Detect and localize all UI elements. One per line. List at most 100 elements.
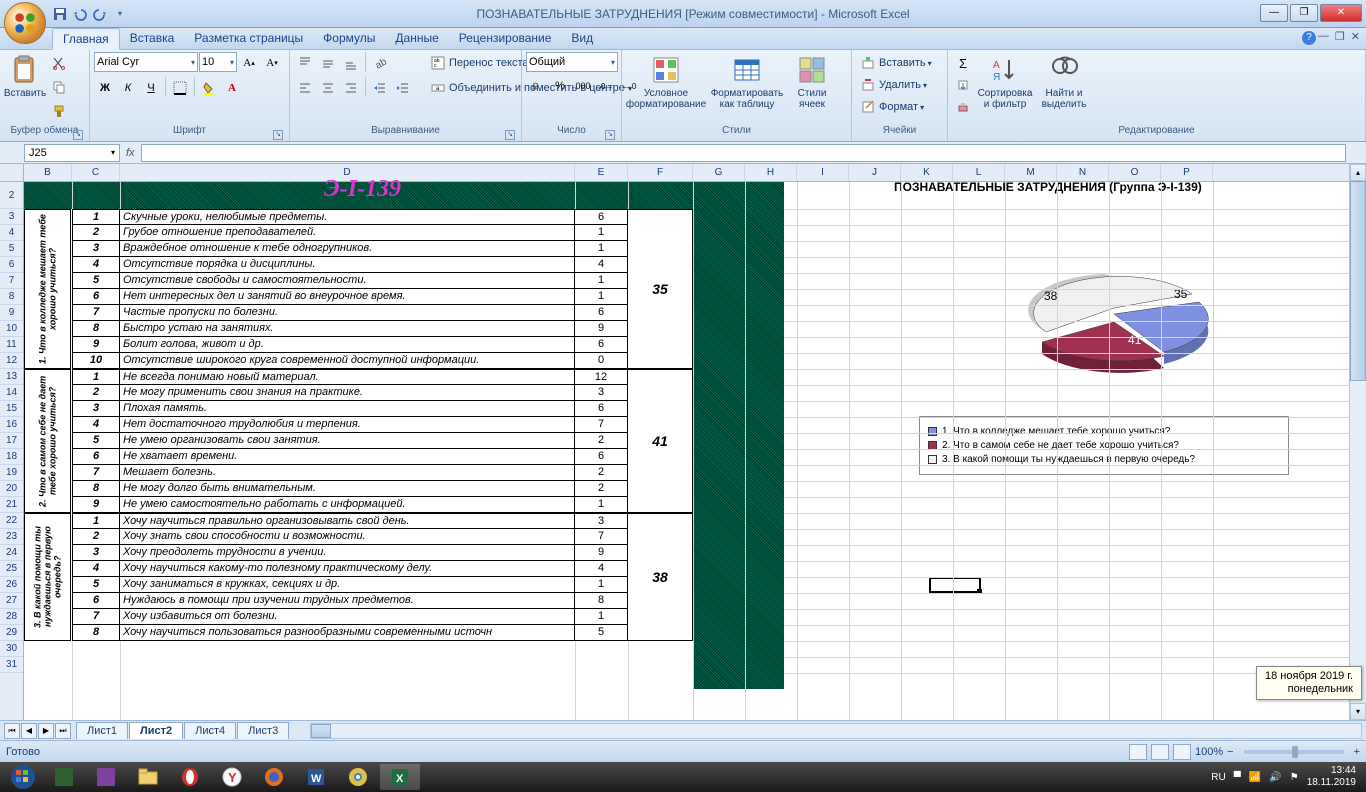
shrink-font-icon[interactable]: A▾ <box>261 52 283 74</box>
scroll-up-icon[interactable]: ▴ <box>1350 164 1366 181</box>
row-text[interactable]: Враждебное отношение к тебе одногрупнико… <box>120 241 575 257</box>
row-number[interactable]: 4 <box>72 417 120 433</box>
clipboard-launcher-icon[interactable]: ↘ <box>73 130 83 140</box>
column-header[interactable]: H <box>745 164 797 181</box>
row-value[interactable]: 2 <box>575 465 628 481</box>
column-header[interactable]: C <box>72 164 120 181</box>
row-text[interactable]: Хочу научиться пользоваться разнообразны… <box>120 625 575 641</box>
row-number[interactable]: 2 <box>72 529 120 545</box>
align-bottom-icon[interactable] <box>340 52 362 74</box>
align-right-icon[interactable] <box>340 77 362 99</box>
row-number[interactable]: 7 <box>72 609 120 625</box>
row-header[interactable]: 13 <box>0 369 23 385</box>
row-header[interactable]: 17 <box>0 433 23 449</box>
zoom-level[interactable]: 100% <box>1195 746 1223 758</box>
row-text[interactable]: Отсутствие широкого круга современной до… <box>120 353 575 369</box>
tray-lang[interactable]: RU <box>1211 772 1225 783</box>
cell-styles-button[interactable]: Стили ячеек <box>788 52 836 112</box>
group-total[interactable]: 38 <box>628 513 693 641</box>
start-button[interactable] <box>4 763 42 791</box>
row-text[interactable]: Плохая память. <box>120 401 575 417</box>
row-number[interactable]: 1 <box>72 369 120 385</box>
group-header[interactable]: 1. Что в колледже мешает тебе хорошо учи… <box>24 209 71 369</box>
row-header[interactable]: 27 <box>0 593 23 609</box>
format-cells-button[interactable]: Формат▾ <box>856 96 936 118</box>
sheet-tab-лист2[interactable]: Лист2 <box>129 722 183 739</box>
row-value[interactable]: 6 <box>575 401 628 417</box>
column-header[interactable]: G <box>693 164 745 181</box>
row-header[interactable]: 16 <box>0 417 23 433</box>
row-text[interactable]: Быстро устаю на занятиях. <box>120 321 575 337</box>
row-header[interactable]: 21 <box>0 497 23 513</box>
fx-icon[interactable]: fx <box>126 147 135 159</box>
row-number[interactable]: 9 <box>72 337 120 353</box>
group-total[interactable]: 41 <box>628 369 693 513</box>
vscroll-thumb[interactable] <box>1350 181 1366 381</box>
row-value[interactable]: 3 <box>575 385 628 401</box>
row-number[interactable]: 3 <box>72 401 120 417</box>
column-header[interactable]: B <box>24 164 72 181</box>
row-header[interactable]: 20 <box>0 481 23 497</box>
accounting-format-icon[interactable]: ₽ <box>526 75 548 97</box>
maximize-button[interactable]: ❐ <box>1290 4 1318 22</box>
row-header[interactable]: 3 <box>0 209 23 225</box>
row-header[interactable]: 14 <box>0 385 23 401</box>
name-box[interactable]: J25▾ <box>24 144 120 162</box>
row-text[interactable]: Отсутствие свободы и самостоятельности. <box>120 273 575 289</box>
column-header[interactable]: O <box>1109 164 1161 181</box>
row-number[interactable]: 10 <box>72 353 120 369</box>
tray-action-icon[interactable]: ⚑ <box>1290 772 1299 783</box>
paste-button[interactable]: Вставить <box>4 52 46 101</box>
tab-формулы[interactable]: Формулы <box>313 28 385 49</box>
row-text[interactable]: Частые пропуски по болезни. <box>120 305 575 321</box>
align-middle-icon[interactable] <box>317 52 339 74</box>
row-number[interactable]: 9 <box>72 497 120 513</box>
row-header[interactable]: 9 <box>0 305 23 321</box>
font-name-combo[interactable]: Arial Cyr▾ <box>94 52 198 72</box>
autosum-icon[interactable]: Σ <box>952 52 974 74</box>
row-value[interactable]: 7 <box>575 417 628 433</box>
increase-decimal-icon[interactable]: ,0→ <box>595 75 617 97</box>
tray-flag-icon[interactable]: ▀ <box>1234 772 1241 783</box>
horizontal-scrollbar[interactable] <box>310 723 1362 739</box>
last-sheet-icon[interactable]: ⏭ <box>55 723 71 739</box>
row-number[interactable]: 5 <box>72 433 120 449</box>
row-header[interactable]: 24 <box>0 545 23 561</box>
row-number[interactable]: 8 <box>72 625 120 641</box>
restore-window-icon[interactable]: ❐ <box>1335 30 1345 43</box>
fill-icon[interactable] <box>952 74 974 96</box>
column-header[interactable]: I <box>797 164 849 181</box>
row-text[interactable]: Нуждаюсь в помощи при изучении трудных п… <box>120 593 575 609</box>
zoom-slider[interactable] <box>1244 750 1344 754</box>
row-text[interactable]: Болит голова, живот и др. <box>120 337 575 353</box>
row-text[interactable]: Хочу научиться какому-то полезному практ… <box>120 561 575 577</box>
row-text[interactable]: Скучные уроки, нелюбимые предметы. <box>120 209 575 225</box>
column-header[interactable]: F <box>628 164 693 181</box>
row-value[interactable]: 4 <box>575 257 628 273</box>
row-value[interactable]: 8 <box>575 593 628 609</box>
row-header[interactable]: 5 <box>0 241 23 257</box>
row-header[interactable]: 19 <box>0 465 23 481</box>
row-value[interactable]: 1 <box>575 241 628 257</box>
font-color-icon[interactable]: A <box>221 77 243 99</box>
sheet-tab-лист1[interactable]: Лист1 <box>76 722 128 739</box>
row-number[interactable]: 8 <box>72 481 120 497</box>
insert-cells-button[interactable]: Вставить▾ <box>856 52 936 74</box>
row-header[interactable]: 26 <box>0 577 23 593</box>
row-number[interactable]: 6 <box>72 593 120 609</box>
row-value[interactable]: 6 <box>575 209 628 225</box>
percent-format-icon[interactable]: % <box>549 75 571 97</box>
grow-font-icon[interactable]: A▴ <box>238 52 260 74</box>
tray-volume-icon[interactable]: 🔊 <box>1269 772 1281 783</box>
row-header[interactable]: 10 <box>0 321 23 337</box>
row-number[interactable]: 2 <box>72 385 120 401</box>
sort-filter-button[interactable]: АЯ Сортировка и фильтр <box>976 52 1034 112</box>
row-header[interactable]: 28 <box>0 609 23 625</box>
row-number[interactable]: 3 <box>72 545 120 561</box>
format-as-table-button[interactable]: Форматировать как таблицу <box>708 52 786 112</box>
row-value[interactable]: 1 <box>575 609 628 625</box>
row-value[interactable]: 9 <box>575 545 628 561</box>
row-header[interactable]: 15 <box>0 401 23 417</box>
sheet-tab-лист3[interactable]: Лист3 <box>237 722 289 739</box>
row-value[interactable]: 7 <box>575 529 628 545</box>
